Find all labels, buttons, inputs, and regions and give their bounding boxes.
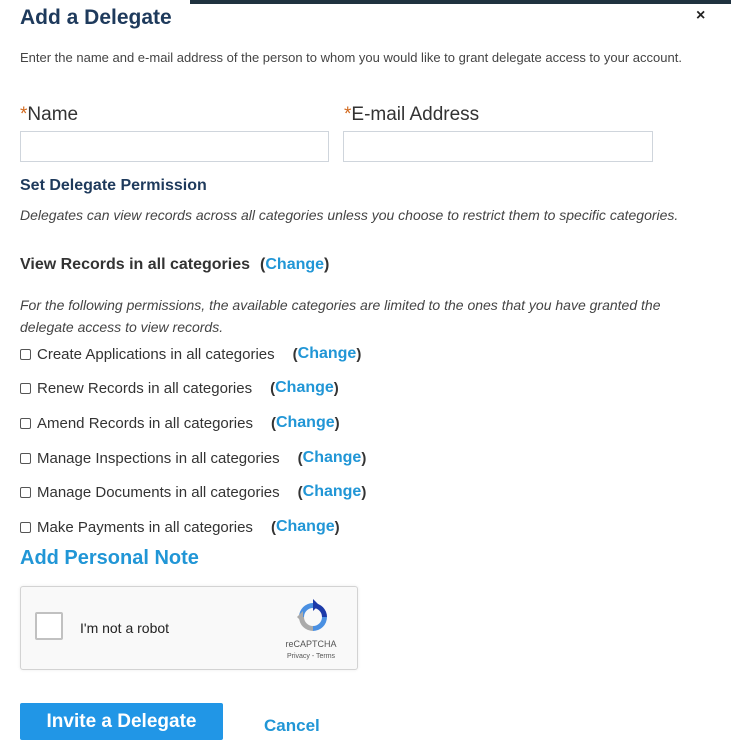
permission-row-manage-inspections: Manage Inspections in all categories (Ch… <box>20 447 366 469</box>
limit-permission-note: For the following permissions, the avail… <box>20 297 661 335</box>
permission-row-amend-records: Amend Records in all categories (Change) <box>20 412 340 434</box>
paren-close: ) <box>324 256 330 273</box>
paren-close: ) <box>334 414 340 432</box>
create-applications-checkbox[interactable] <box>20 348 31 360</box>
dialog-title: Add a Delegate <box>20 6 172 29</box>
create-applications-change-link[interactable]: Change <box>298 345 357 363</box>
paren-close: ) <box>361 483 367 501</box>
renew-records-checkbox[interactable] <box>20 382 31 394</box>
permission-row-create-applications: Create Applications in all categories (C… <box>20 343 361 365</box>
add-personal-note-link[interactable]: Add Personal Note <box>20 547 199 570</box>
cancel-link[interactable]: Cancel <box>264 716 320 736</box>
name-label-text: Name <box>27 104 79 125</box>
add-delegate-dialog: Add a Delegate × Enter the name and e-ma… <box>0 0 731 743</box>
permission-row-renew-records: Renew Records in all categories (Change) <box>20 377 339 399</box>
permission-label: Make Payments in all categories <box>37 518 253 536</box>
paren-close: ) <box>333 379 339 397</box>
recaptcha-widget: I'm not a robot reCAPTCHA Privacy - Term… <box>20 586 358 670</box>
permission-row-make-payments: Make Payments in all categories (Change) <box>20 516 340 538</box>
make-payments-checkbox[interactable] <box>20 521 31 533</box>
permission-label: Manage Documents in all categories <box>37 483 280 501</box>
view-records-row: View Records in all categories (Change) <box>20 256 329 274</box>
name-label: *Name <box>20 104 78 126</box>
intro-text: Enter the name and e-mail address of the… <box>20 50 682 65</box>
amend-records-change-link[interactable]: Change <box>276 414 335 432</box>
recaptcha-brand: reCAPTCHA <box>285 639 337 649</box>
recaptcha-privacy-terms[interactable]: Privacy - Terms <box>266 653 356 660</box>
paren-close: ) <box>356 345 362 363</box>
recaptcha-label: I'm not a robot <box>80 620 170 636</box>
renew-records-change-link[interactable]: Change <box>275 379 334 397</box>
recaptcha-checkbox[interactable] <box>35 612 63 640</box>
manage-documents-change-link[interactable]: Change <box>303 483 362 501</box>
paren-close: ) <box>334 518 340 536</box>
invite-delegate-button[interactable]: Invite a Delegate <box>20 703 223 740</box>
manage-inspections-checkbox[interactable] <box>20 452 31 464</box>
paren-close: ) <box>361 449 367 467</box>
permission-label: Manage Inspections in all categories <box>37 449 280 467</box>
amend-records-checkbox[interactable] <box>20 417 31 429</box>
manage-documents-checkbox[interactable] <box>20 486 31 498</box>
set-permission-heading: Set Delegate Permission <box>20 177 207 194</box>
view-records-label: View Records in all categories <box>20 256 251 273</box>
make-payments-change-link[interactable]: Change <box>276 518 335 536</box>
email-label-text: E-mail Address <box>351 104 480 125</box>
email-input[interactable] <box>343 131 653 162</box>
close-icon[interactable]: × <box>696 6 705 26</box>
view-permission-note: Delegates can view records across all ca… <box>20 207 679 223</box>
permission-label: Create Applications in all categories <box>37 345 275 363</box>
view-records-change-link[interactable]: Change <box>265 256 324 273</box>
email-label: *E-mail Address <box>344 104 479 126</box>
permission-label: Renew Records in all categories <box>37 379 253 397</box>
recaptcha-logo-icon <box>297 599 327 631</box>
permission-row-manage-documents: Manage Documents in all categories (Chan… <box>20 481 366 503</box>
manage-inspections-change-link[interactable]: Change <box>303 449 362 467</box>
permission-label: Amend Records in all categories <box>37 414 253 432</box>
name-input[interactable] <box>20 131 329 162</box>
